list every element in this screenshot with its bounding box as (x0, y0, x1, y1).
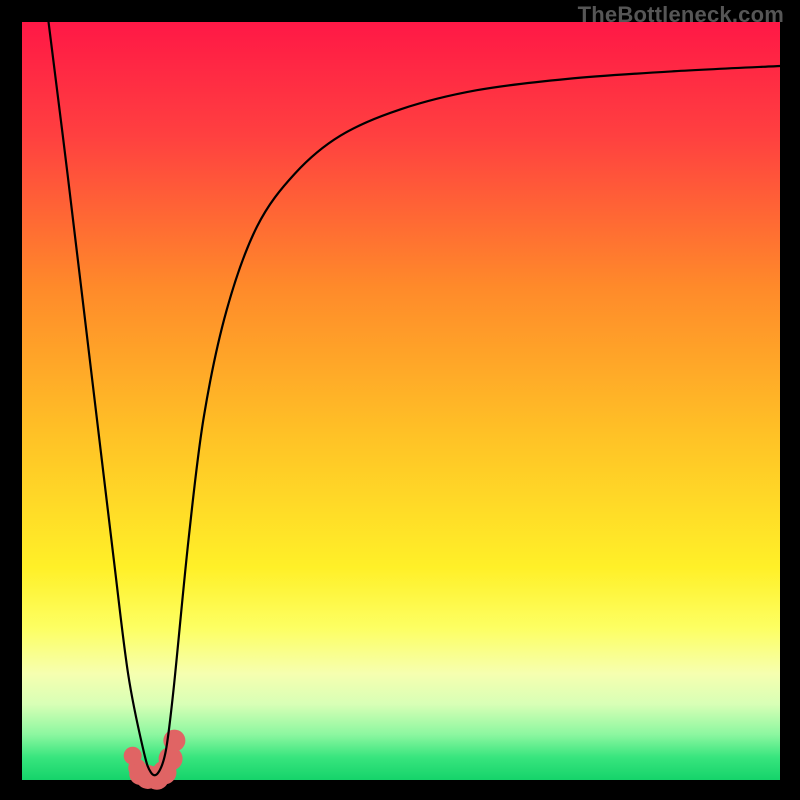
chart-frame: TheBottleneck.com (0, 0, 800, 800)
watermark-text: TheBottleneck.com (578, 2, 784, 28)
bottleneck-chart (0, 0, 800, 800)
plot-background (22, 22, 780, 780)
